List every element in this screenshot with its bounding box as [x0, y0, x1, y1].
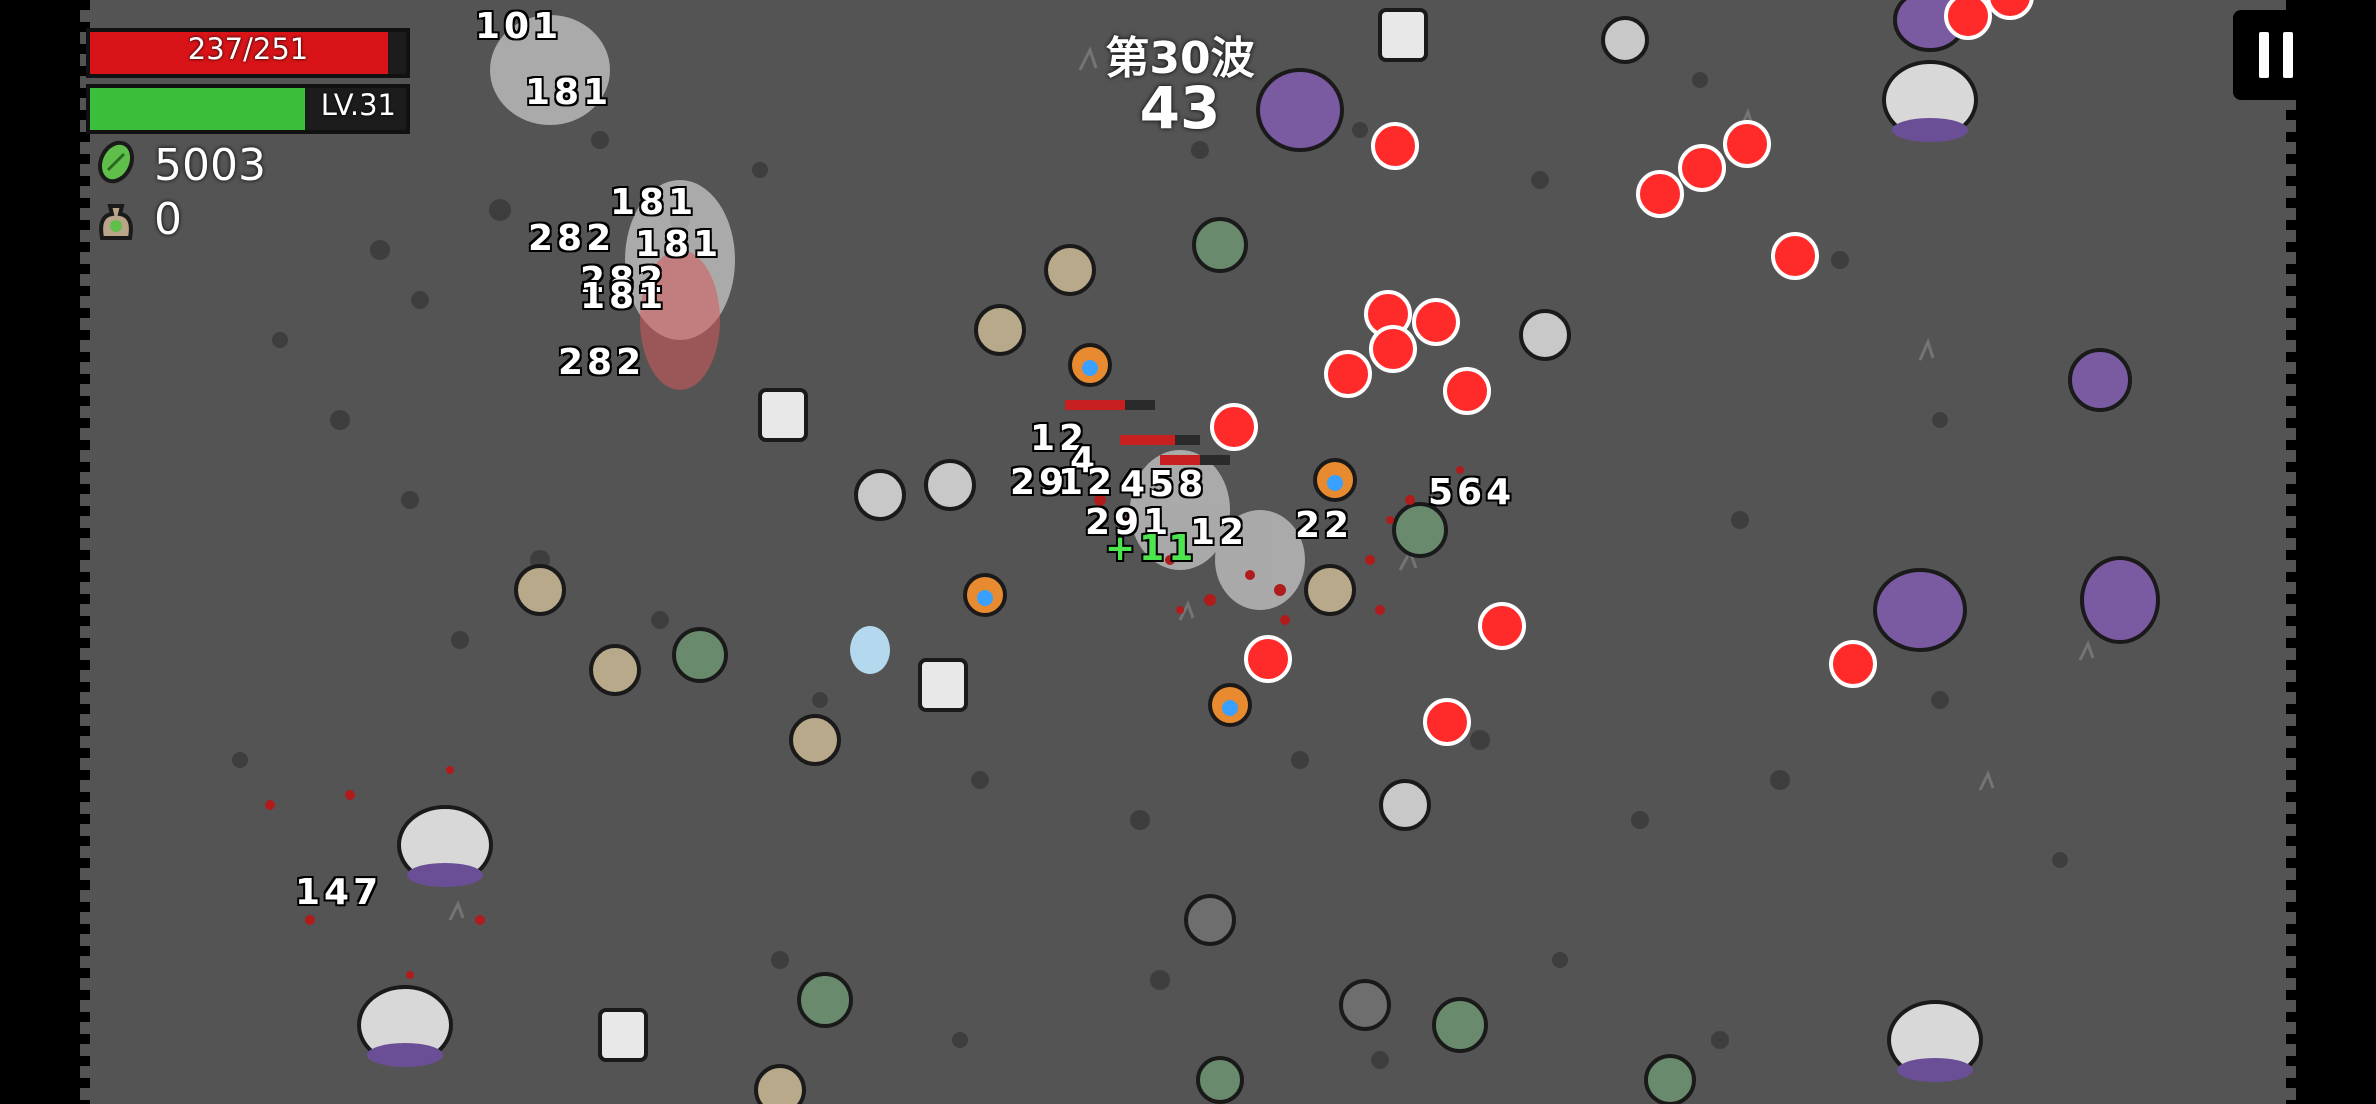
pause-icon: [2283, 32, 2293, 78]
damage-number: 147: [295, 872, 383, 913]
damage-number: 12: [1190, 512, 1249, 553]
level-text: LV.31: [320, 88, 396, 122]
damage-number: 181: [610, 182, 698, 223]
damage-number: 181: [580, 276, 668, 317]
heal-number: +11: [1105, 528, 1198, 569]
damage-number: 101: [475, 6, 563, 47]
money-bag-icon: [99, 204, 133, 240]
health-bar: 237/251: [86, 28, 410, 78]
damage-number: 282: [528, 218, 616, 259]
bag-count: 0: [154, 194, 182, 245]
damage-number: 564: [1428, 472, 1516, 513]
pause-button[interactable]: [2233, 10, 2319, 100]
experience-bar: LV.31: [86, 84, 410, 134]
health-text: 237/251: [187, 32, 309, 66]
materials-count: 5003: [154, 140, 266, 191]
damage-number: 22: [1295, 505, 1354, 546]
damage-number: 12: [1058, 462, 1117, 503]
damage-number: 458: [1120, 464, 1208, 505]
game-arena[interactable]: 101 181 181 282 181 282 181 282 12 4 29 …: [80, 0, 2296, 1104]
damage-number: 181: [525, 72, 613, 113]
damage-number: 282: [558, 342, 646, 383]
pause-icon: [2259, 32, 2269, 78]
green-material-icon: [97, 140, 135, 184]
wave-timer: 43: [1139, 74, 1221, 142]
damage-number: 181: [635, 224, 723, 265]
